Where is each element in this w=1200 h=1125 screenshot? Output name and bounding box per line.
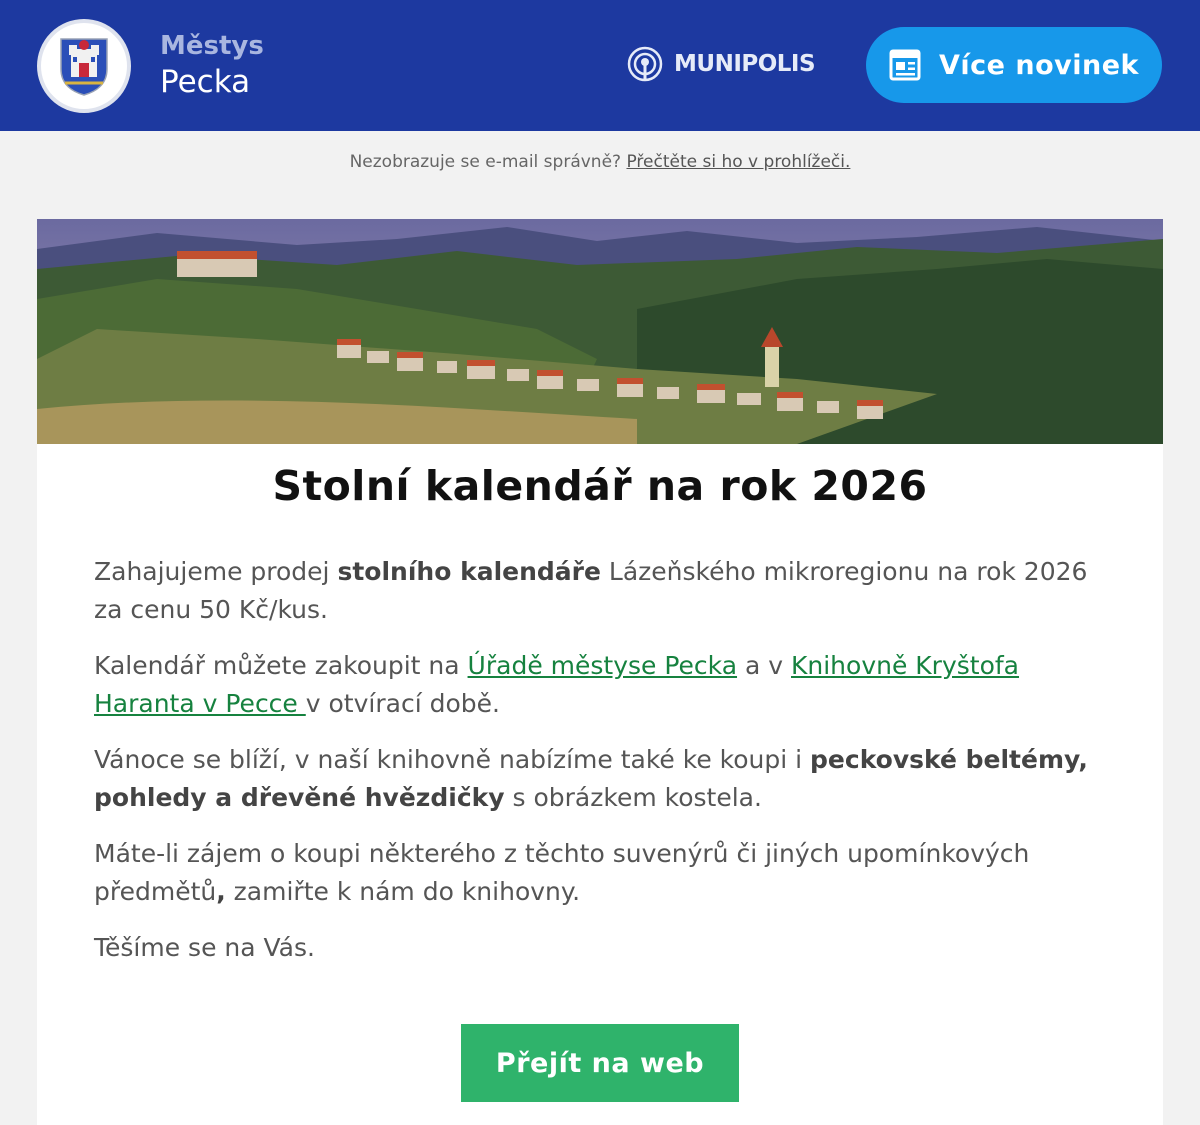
text: Kalendář můžete zakoupit na	[94, 651, 468, 680]
munipolis-brand[interactable]: MUNIPOLIS	[626, 44, 816, 84]
bold-text: ,	[216, 877, 226, 906]
paragraph-1: Zahajujeme prodej stolního kalendáře Láz…	[94, 553, 1094, 629]
newspaper-icon	[889, 49, 921, 81]
email-header: Městys Pecka MUNIPOLIS Více novinek	[0, 0, 1200, 131]
more-news-label: Více novinek	[939, 49, 1139, 81]
paragraph-4: Máte-li zájem o koupi některého z těchto…	[94, 835, 1094, 911]
paragraph-3: Vánoce se blíží, v naší knihovně nabízím…	[94, 741, 1094, 817]
go-to-web-label: Přejít na web	[495, 1047, 705, 1079]
brand-subtitle: Městys	[160, 31, 264, 61]
paragraph-2: Kalendář můžete zakoupit na Úřadě městys…	[94, 647, 1094, 723]
text: a v	[737, 651, 791, 680]
preheader: Nezobrazuje se e-mail správně? Přečtěte …	[0, 152, 1200, 172]
preheader-text: Nezobrazuje se e-mail správně?	[349, 152, 622, 172]
text: zamiřte k nám do knihovny.	[225, 877, 581, 906]
municipality-logo[interactable]	[37, 19, 131, 113]
more-news-button[interactable]: Více novinek	[866, 27, 1162, 103]
article-title: Stolní kalendář na rok 2026	[272, 462, 928, 510]
go-to-web-button[interactable]: Přejít na web	[461, 1024, 739, 1102]
text: Vánoce se blíží, v naší knihovně nabízím…	[94, 745, 811, 774]
paragraph-5: Těšíme se na Vás.	[94, 933, 315, 962]
broadcast-icon	[627, 46, 663, 82]
brand-title: Pecka	[160, 64, 251, 100]
text: s obrázkem kostela.	[504, 783, 762, 812]
coat-of-arms-icon	[60, 38, 108, 96]
bold-text: stolního kalendáře	[337, 557, 601, 586]
text: Zahajujeme prodej	[94, 557, 338, 586]
hero-landscape-image	[37, 219, 1163, 444]
munipolis-label: MUNIPOLIS	[674, 51, 816, 77]
text: v otvírací době.	[305, 689, 500, 718]
office-link[interactable]: Úřadě městyse Pecka	[468, 651, 737, 680]
view-in-browser-link[interactable]: Přečtěte si ho v prohlížeči.	[626, 152, 850, 172]
article-body: Zahajujeme prodej stolního kalendáře Láz…	[94, 553, 1094, 985]
